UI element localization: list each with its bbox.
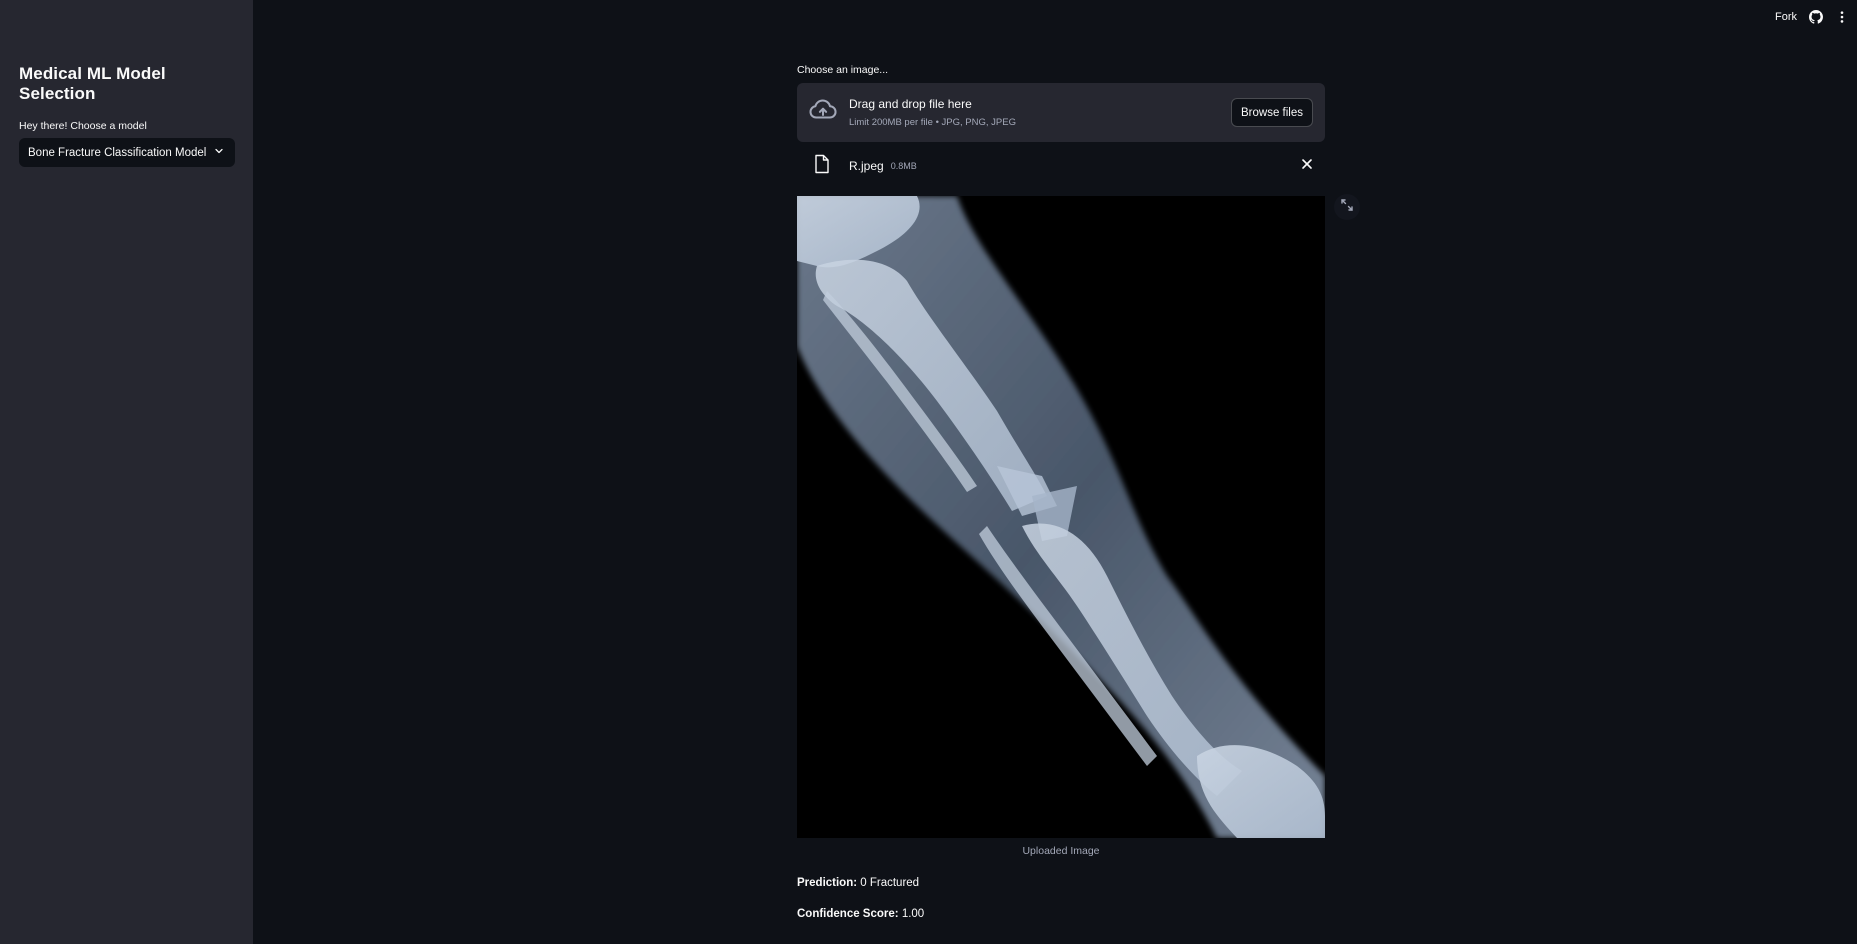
prediction-value: 0 Fractured xyxy=(860,877,920,889)
close-icon[interactable] xyxy=(1301,157,1313,175)
chevron-down-icon xyxy=(213,145,225,160)
sidebar: Medical ML Model Selection Hey there! Ch… xyxy=(0,0,253,944)
more-vert-icon[interactable] xyxy=(1835,10,1849,24)
confidence-label: Confidence Score: xyxy=(797,908,899,920)
prediction-label: Prediction: xyxy=(797,877,858,889)
expand-icon xyxy=(1341,198,1353,216)
cloud-upload-icon xyxy=(808,95,849,130)
uploaded-xray-image xyxy=(797,196,1325,838)
image-caption: Uploaded Image xyxy=(1022,845,1100,857)
file-name: R.jpeg xyxy=(849,159,884,173)
file-size: 0.8MB xyxy=(890,161,917,171)
confidence-value: 1.00 xyxy=(901,908,925,920)
file-dropzone[interactable]: Drag and drop file here Limit 200MB per … xyxy=(797,83,1325,142)
model-select-value: Bone Fracture Classification Model xyxy=(28,146,207,159)
github-icon[interactable] xyxy=(1809,10,1823,24)
prediction-line: Prediction: 0 Fractured xyxy=(797,877,919,889)
sidebar-title: Medical ML Model Selection xyxy=(19,64,166,103)
uploaded-file-row: R.jpeg 0.8MB xyxy=(797,150,1325,182)
fork-button[interactable]: Fork xyxy=(1775,11,1797,23)
model-select[interactable]: Bone Fracture Classification Model xyxy=(19,138,235,167)
top-toolbar: Fork xyxy=(1775,0,1857,34)
fullscreen-button[interactable] xyxy=(1334,194,1360,220)
confidence-line: Confidence Score: 1.00 xyxy=(797,908,924,920)
model-select-label: Hey there! Choose a model xyxy=(19,120,147,132)
uploader-label: Choose an image... xyxy=(797,64,889,76)
upload-limit-text: Limit 200MB per file • JPG, PNG, JPEG xyxy=(849,117,1016,128)
file-icon xyxy=(813,154,849,179)
browse-files-button[interactable]: Browse files xyxy=(1231,98,1313,127)
drop-text: Drag and drop file here xyxy=(849,97,972,111)
